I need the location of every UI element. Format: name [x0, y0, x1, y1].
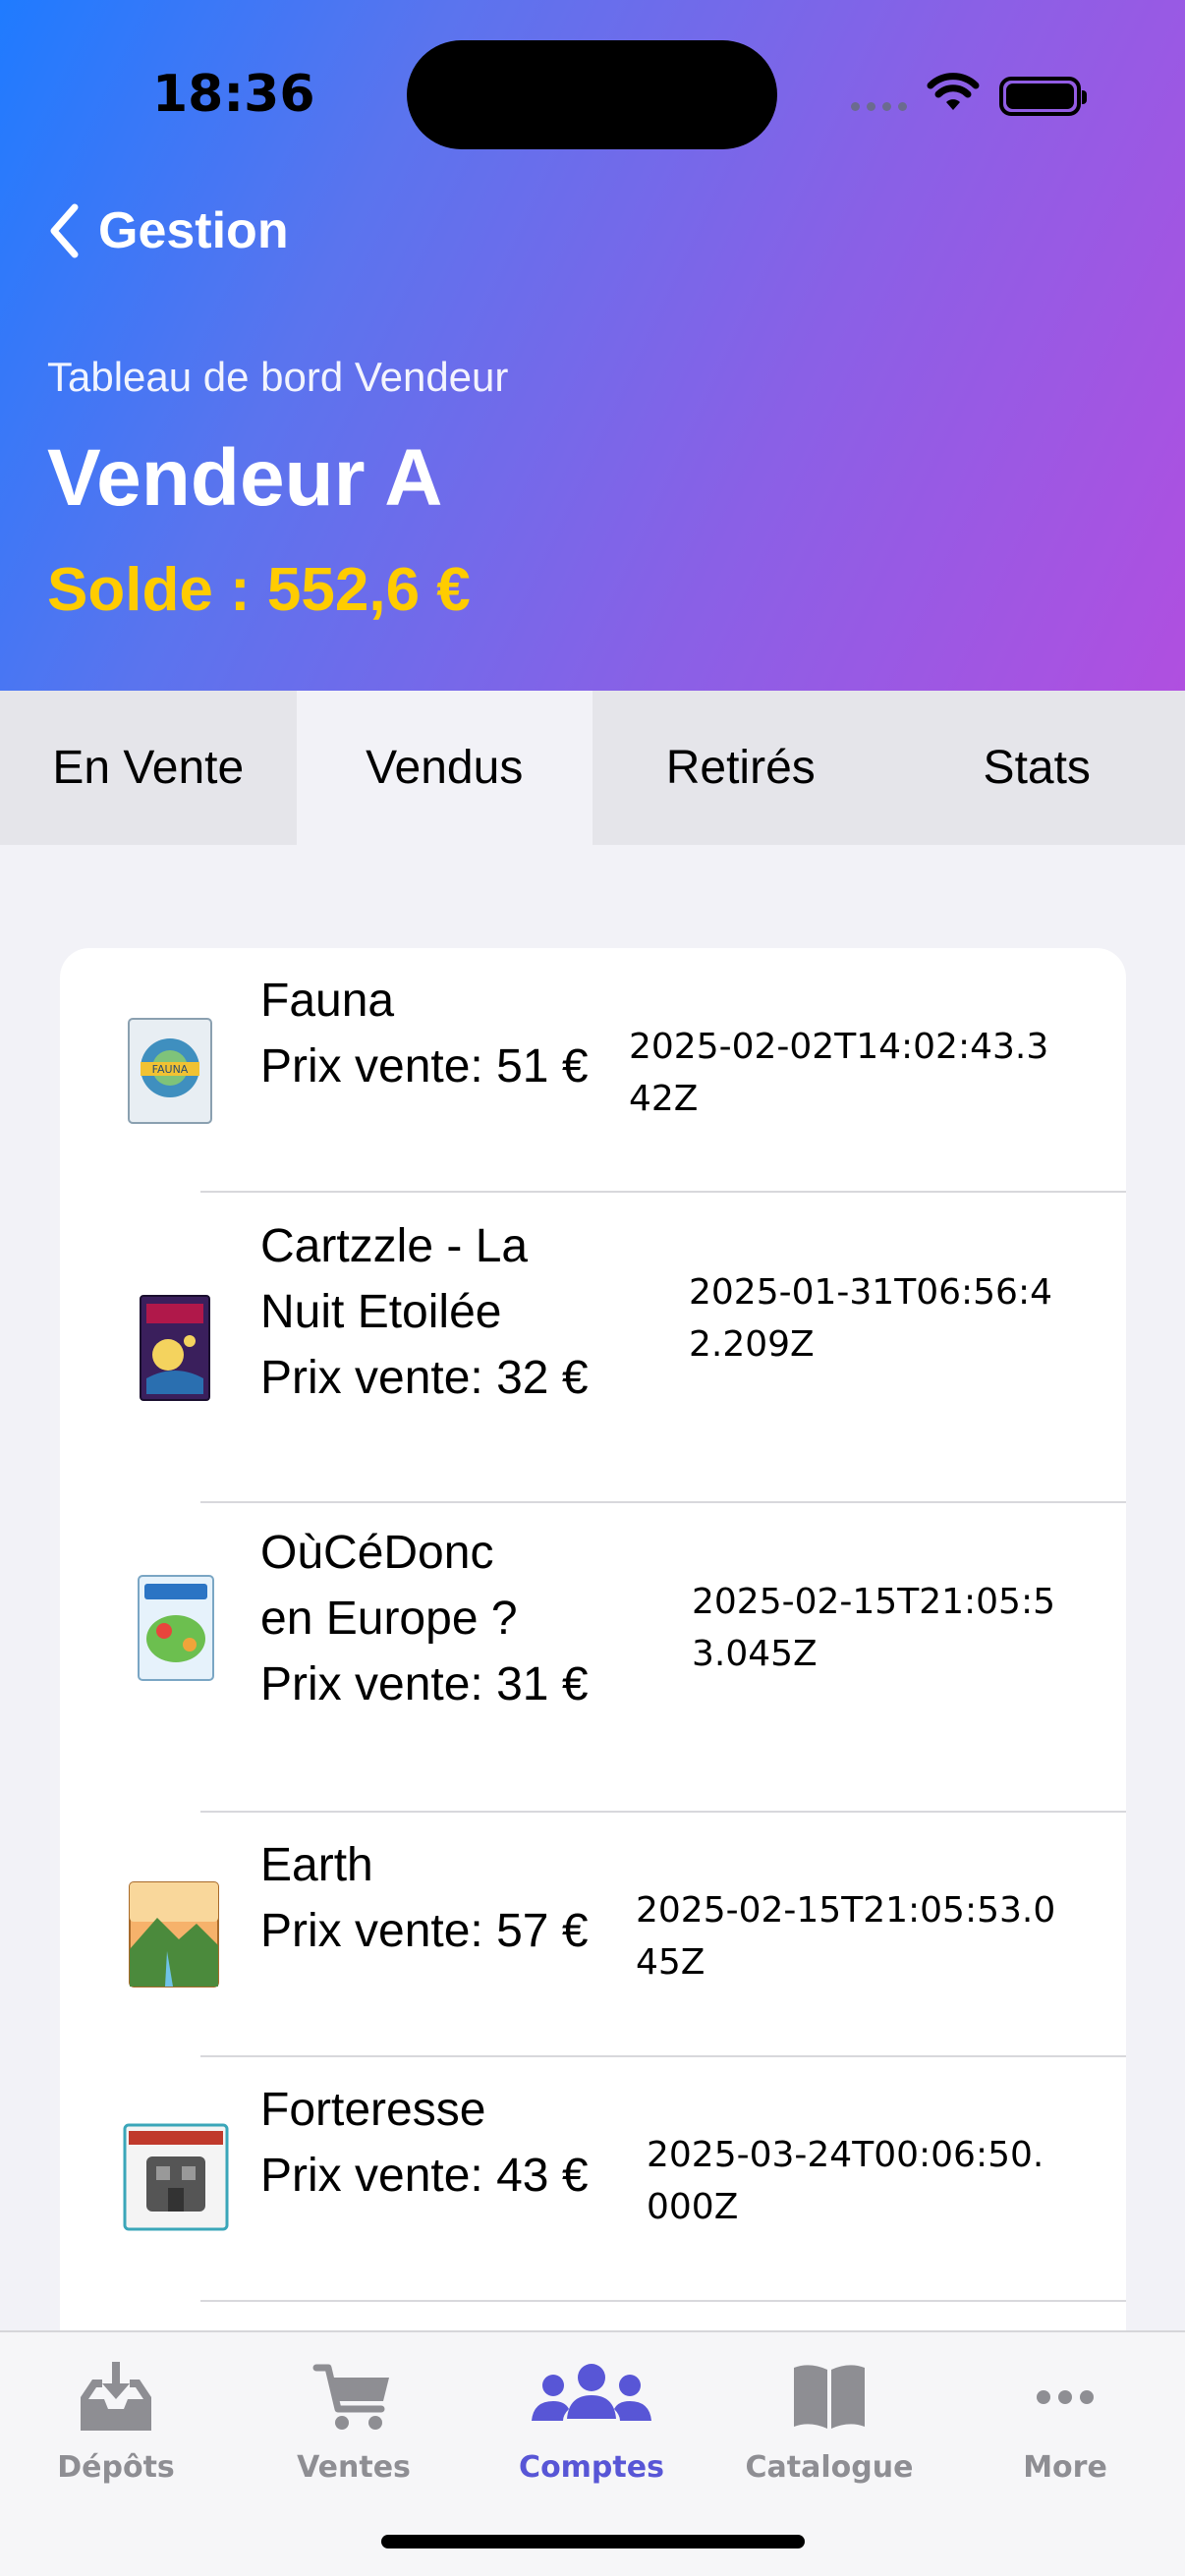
item-price: Prix vente: 32 € — [260, 1352, 589, 1404]
item-date: 2025-02-02T14:02:43.3 — [629, 1027, 1049, 1067]
wifi-icon — [927, 73, 980, 110]
forteresse-box-icon — [123, 2123, 229, 2231]
row-divider — [200, 2300, 1126, 2302]
status-time: 18:36 — [152, 65, 315, 124]
back-button[interactable]: Gestion — [47, 201, 289, 260]
inbox-download-icon — [81, 2362, 151, 2431]
list-item[interactable]: Cartzzle - La Nuit Etoilée Prix vente: 3… — [60, 1193, 1126, 1503]
item-name: Cartzzle - La — [260, 1220, 529, 1272]
tabbar-label: Dépôts — [57, 2450, 175, 2485]
battery-icon — [999, 77, 1087, 116]
cartzzle-box-icon — [140, 1295, 210, 1401]
tabbar-label: Catalogue — [745, 2450, 914, 2485]
item-price: Prix vente: 57 € — [260, 1905, 589, 1957]
item-name: Fauna — [260, 975, 395, 1027]
sold-items-list: FAUNA Fauna Prix vente: 51 € 2025-02-02T… — [60, 948, 1126, 2382]
item-name: Earth — [260, 1839, 373, 1891]
tabbar-depots[interactable]: Dépôts — [18, 2358, 214, 2485]
tabbar-comptes[interactable]: Comptes — [493, 2358, 690, 2485]
item-date-cont: 45Z — [636, 1942, 705, 1983]
cellular-signal-icon — [851, 102, 907, 111]
fauna-box-icon: FAUNA — [128, 1018, 212, 1124]
tabbar-label: Ventes — [297, 2450, 411, 2485]
segment-tabs: En Vente Vendus Retirés Stats — [0, 691, 1185, 845]
book-icon — [794, 2365, 865, 2429]
item-date: 2025-03-24T00:06:50. — [647, 2135, 1044, 2175]
svg-text:FAUNA: FAUNA — [152, 1063, 189, 1076]
tab-retires[interactable]: Retirés — [592, 691, 889, 845]
dashboard-subtitle: Tableau de bord Vendeur — [47, 354, 509, 400]
tabbar-label: Comptes — [519, 2450, 664, 2485]
more-icon — [1037, 2390, 1094, 2404]
oucedonc-box-icon — [138, 1575, 214, 1681]
item-date-cont: 3.045Z — [692, 1634, 818, 1674]
item-price: Prix vente: 51 € — [260, 1040, 589, 1092]
item-date: 2025-01-31T06:56:4 — [689, 1272, 1052, 1313]
tabbar-more[interactable]: More — [967, 2358, 1163, 2485]
tab-stats[interactable]: Stats — [889, 691, 1185, 845]
list-item[interactable]: Earth Prix vente: 57 € 2025-02-15T21:05:… — [60, 1813, 1126, 2057]
item-price: Prix vente: 43 € — [260, 2150, 589, 2202]
dynamic-island — [407, 40, 777, 149]
tabbar-label: More — [1023, 2450, 1107, 2485]
back-label: Gestion — [98, 202, 289, 259]
item-name: Forteresse — [260, 2084, 486, 2136]
item-date-cont: 2.209Z — [689, 1324, 815, 1365]
item-price: Prix vente: 31 € — [260, 1658, 589, 1710]
tabbar-catalogue[interactable]: Catalogue — [731, 2358, 928, 2485]
list-item[interactable]: Forteresse Prix vente: 43 € 2025-03-24T0… — [60, 2057, 1126, 2302]
tab-vendus[interactable]: Vendus — [296, 691, 592, 845]
chevron-left-icon — [50, 203, 79, 258]
item-name: OùCéDonc — [260, 1527, 494, 1579]
item-date-cont: 42Z — [629, 1079, 699, 1119]
list-item[interactable]: FAUNA Fauna Prix vente: 51 € 2025-02-02T… — [60, 948, 1126, 1193]
home-indicator — [381, 2535, 805, 2548]
cart-icon — [312, 2364, 389, 2430]
people-icon — [532, 2364, 651, 2421]
tab-en-vente[interactable]: En Vente — [0, 691, 297, 845]
item-date: 2025-02-15T21:05:53.0 — [636, 1890, 1056, 1931]
item-name-cont: Nuit Etoilée — [260, 1286, 502, 1338]
tabbar-ventes[interactable]: Ventes — [255, 2358, 452, 2485]
vendor-balance: Solde : 552,6 € — [47, 556, 471, 624]
list-item[interactable]: OùCéDonc en Europe ? Prix vente: 31 € 20… — [60, 1503, 1126, 1813]
item-date-cont: 000Z — [647, 2187, 739, 2227]
item-date: 2025-02-15T21:05:5 — [692, 1582, 1055, 1622]
vendor-name: Vendeur A — [47, 433, 443, 523]
dashboard-header: 18:36 Gestion Tableau de bord Vendeur Ve… — [0, 0, 1185, 691]
earth-box-icon — [129, 1881, 219, 1988]
item-name-cont: en Europe ? — [260, 1593, 518, 1645]
